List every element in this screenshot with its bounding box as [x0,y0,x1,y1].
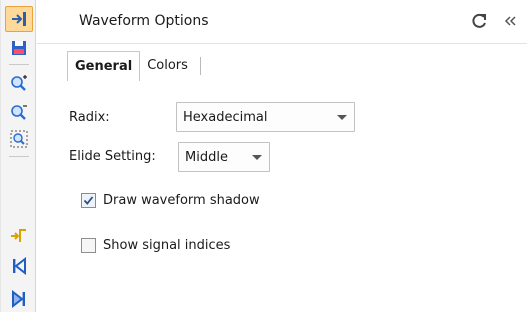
toolbar-separator [9,64,29,65]
zoom-fit-icon [10,130,28,148]
zoom-fit-button[interactable] [5,126,33,152]
show-indices-label: Show signal indices [103,238,231,253]
go-to-end-button[interactable] [5,286,33,312]
panel-title: Waveform Options [79,13,209,29]
tab-colors[interactable]: Colors [140,51,201,81]
radix-value: Hexadecimal [183,109,268,125]
radix-label: Radix: [69,110,110,125]
swap-cursor-button[interactable] [5,222,33,248]
swap-cursor-icon [11,229,26,242]
chevron-down-icon [245,154,269,160]
chevron-down-icon [330,114,354,120]
elide-setting-select[interactable]: Middle [178,142,270,172]
tab-general[interactable]: General [67,51,141,81]
zoom-in-button[interactable] [5,70,33,96]
goto-cursor-button[interactable] [5,6,33,32]
show-indices-checkbox[interactable] [81,238,96,253]
go-to-start-icon [13,257,26,275]
save-button[interactable] [5,35,33,61]
options-tabs: General Colors [67,51,201,81]
tab-divider [199,57,201,75]
goto-cursor-icon [12,12,26,26]
zoom-out-button[interactable] [5,99,33,125]
collapse-button[interactable] [499,10,521,32]
refresh-button[interactable] [468,10,490,32]
toolbar-separator [9,156,29,157]
waveform-toolbar [0,0,36,312]
double-chevron-left-icon [504,16,516,26]
tab-colors-label: Colors [147,58,188,73]
checkmark-icon [83,196,94,205]
refresh-icon [472,13,486,28]
save-icon [12,41,26,55]
zoom-in-icon [11,75,27,91]
go-to-end-icon [12,290,25,308]
elide-setting-label: Elide Setting: [69,149,156,164]
draw-shadow-option[interactable]: Draw waveform shadow [81,193,260,208]
radix-select[interactable]: Hexadecimal [176,102,355,132]
go-to-start-button[interactable] [5,253,33,279]
zoom-out-icon [11,105,27,120]
draw-shadow-checkbox[interactable] [81,193,96,208]
show-indices-option[interactable]: Show signal indices [81,238,230,253]
elide-setting-value: Middle [185,149,228,165]
tab-general-label: General [75,59,133,74]
panel-header: Waveform Options [37,0,527,44]
draw-shadow-label: Draw waveform shadow [103,193,260,208]
